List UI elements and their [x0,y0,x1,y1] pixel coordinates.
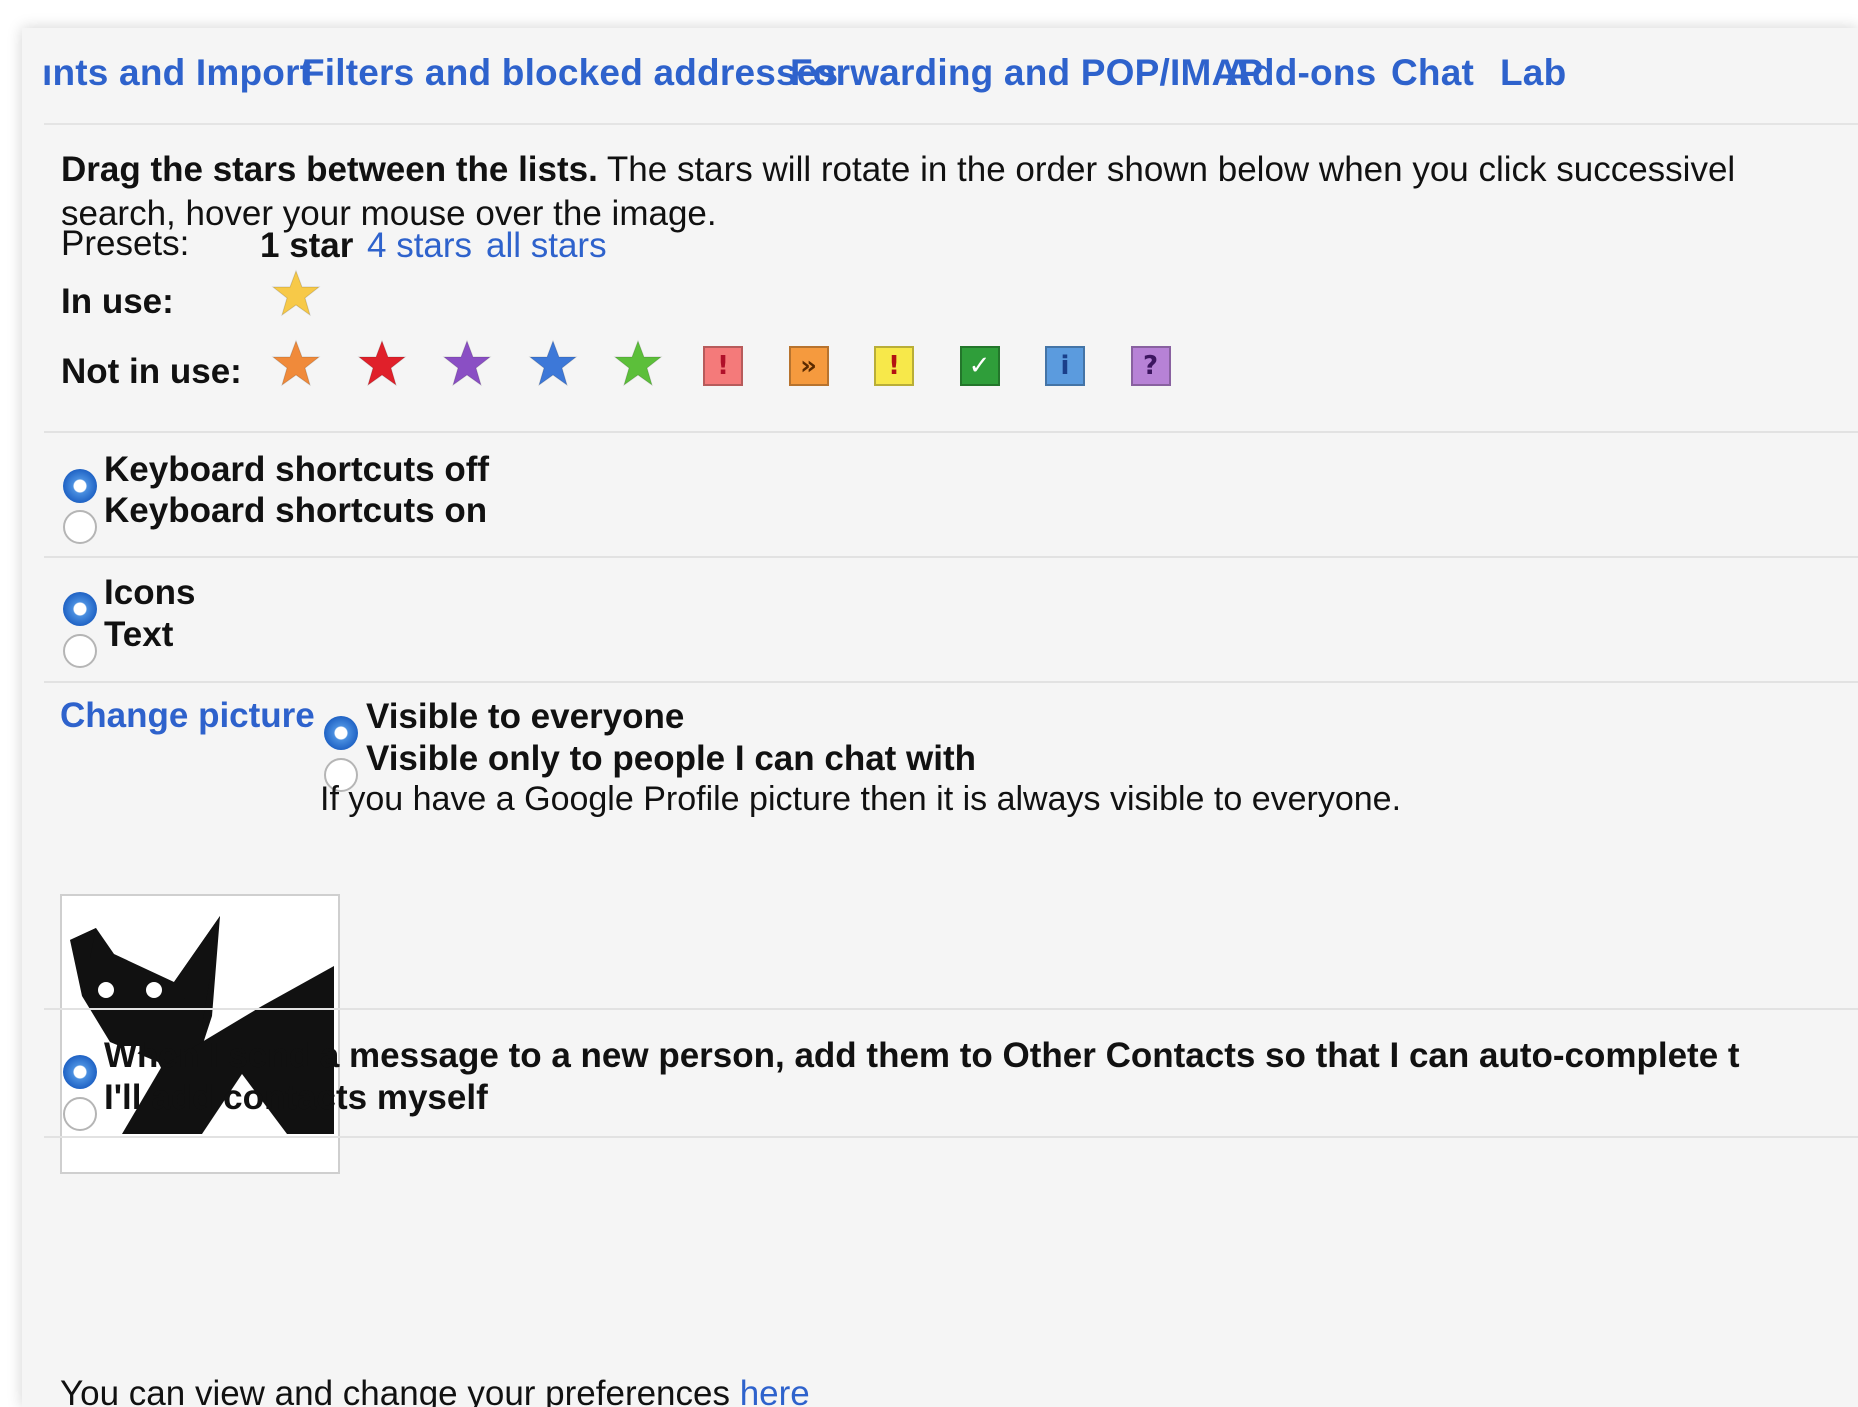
orange-star-icon[interactable] [271,339,321,389]
in-use-label: In use: [61,282,174,321]
contacts-auto-add-label[interactable]: When I send a message to a new person, a… [104,1036,1740,1076]
presets-label: Presets: [61,224,190,263]
blue-star-icon[interactable] [528,339,578,389]
keyboard-shortcuts-on-label[interactable]: Keyboard shortcuts on [104,491,487,531]
preferences-footer-text: You can view and change your preferences [60,1374,740,1407]
button-labels-text-radio[interactable] [63,634,97,668]
purple-question-icon[interactable]: ? [1130,346,1171,386]
not-in-use-label: Not in use: [61,352,242,391]
contacts-auto-add-radio[interactable] [63,1055,97,1089]
tab-add-ons[interactable]: Add-ons [1225,52,1376,94]
preset-1-star: 1 star [260,226,354,265]
change-picture-link[interactable]: Change picture [60,696,315,736]
picture-visible-everyone-radio[interactable] [324,716,358,750]
keyboard-shortcuts-off-label[interactable]: Keyboard shortcuts off [104,450,489,490]
contacts-manual-label[interactable]: I'll add contacts myself [104,1078,488,1118]
red-bang-icon[interactable]: ! [703,346,743,386]
button-labels-icons-radio[interactable] [63,592,97,626]
yellow-star-icon[interactable] [271,269,321,319]
tab-chat[interactable]: Chat [1391,52,1474,94]
picture-visibility-note: If you have a Google Profile picture the… [320,780,1402,818]
section-divider [44,681,1858,683]
tab-forwarding[interactable]: Forwarding and POP/IMAP [790,52,1263,94]
red-star-icon[interactable] [357,339,407,389]
preferences-footer: You can view and change your preferences… [60,1374,810,1407]
stars-instructions: Drag the stars between the lists. The st… [61,148,1735,236]
keyboard-shortcuts-off-radio[interactable] [63,469,97,503]
yellow-bang-icon[interactable]: ! [874,346,914,386]
button-labels-icons-label[interactable]: Icons [104,573,195,613]
picture-visible-chat-label[interactable]: Visible only to people I can chat with [366,739,976,779]
settings-tabs: ınts and Import Filters and blocked addr… [22,28,1858,124]
tab-accounts-and-import[interactable]: ınts and Import [42,52,312,94]
section-divider [44,1136,1858,1138]
section-divider [44,431,1858,433]
tab-labs[interactable]: Lab [1500,52,1566,94]
preset-all-stars-link[interactable]: all stars [486,226,607,266]
section-divider [44,1008,1858,1010]
preferences-here-link[interactable]: here [740,1374,810,1407]
section-divider [44,556,1858,558]
picture-visible-everyone-label[interactable]: Visible to everyone [366,697,684,737]
green-star-icon[interactable] [613,339,663,389]
preset-4-stars-link[interactable]: 4 stars [367,226,472,266]
stars-instructions-bold: Drag the stars between the lists. [61,150,598,189]
button-labels-text-label[interactable]: Text [104,615,173,655]
blue-info-icon[interactable]: i [1045,346,1085,386]
stars-instructions-line1: The stars will rotate in the order shown… [606,150,1736,189]
tab-filters[interactable]: Filters and blocked addresses [302,52,838,94]
profile-picture[interactable] [60,894,340,1174]
black-cat-icon [70,916,334,1134]
green-check-icon[interactable]: ✓ [959,346,1000,386]
contacts-manual-radio[interactable] [63,1097,97,1131]
orange-guillemet-icon[interactable]: » [788,346,829,386]
keyboard-shortcuts-on-radio[interactable] [63,510,97,544]
tab-divider [44,123,1858,125]
settings-panel: ınts and Import Filters and blocked addr… [22,28,1858,1407]
purple-star-icon[interactable] [442,339,492,389]
